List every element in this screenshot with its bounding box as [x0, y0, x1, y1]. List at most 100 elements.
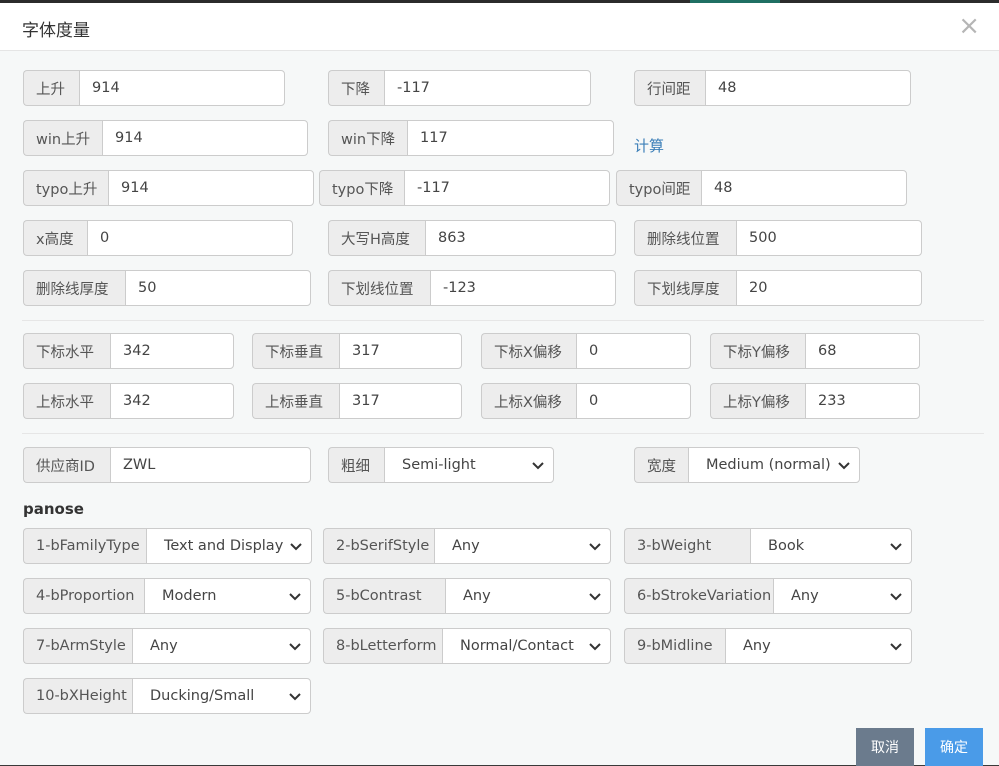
- close-icon[interactable]: ×: [958, 13, 980, 39]
- subscript-x-offset-input[interactable]: 0: [576, 333, 691, 369]
- superscript-x-offset-label: 上标X偏移: [481, 383, 576, 419]
- x-height-input[interactable]: 0: [87, 220, 293, 256]
- panose-weight-select[interactable]: Book: [750, 528, 912, 564]
- win-ascent-label: win上升: [23, 120, 102, 156]
- panose-letterform-select[interactable]: Normal/Contact: [442, 628, 611, 664]
- typo-descent-group: typo下降 -117: [319, 170, 610, 206]
- typo-line-gap-input[interactable]: 48: [701, 170, 907, 206]
- weight-select[interactable]: Semi-light: [384, 447, 554, 483]
- width-label: 宽度: [634, 447, 688, 483]
- panose-proportion-value: Modern: [162, 588, 217, 604]
- width-select[interactable]: Medium (normal): [688, 447, 860, 483]
- panose-stroke-variation-group: 6-bStrokeVariation Any: [624, 578, 912, 614]
- panose-contrast-label: 5-bContrast: [323, 578, 445, 614]
- width-group: 宽度 Medium (normal): [634, 447, 860, 483]
- panose-midline-label: 9-bMidline: [624, 628, 725, 664]
- subscript-y-offset-label: 下标Y偏移: [710, 333, 805, 369]
- underline-position-input[interactable]: -123: [430, 270, 616, 306]
- superscript-y-offset-input[interactable]: 233: [805, 383, 920, 419]
- subscript-x-size-input[interactable]: 342: [110, 333, 234, 369]
- strikeout-position-group: 删除线位置 500: [634, 220, 922, 256]
- panose-contrast-group: 5-bContrast Any: [323, 578, 611, 614]
- superscript-y-offset-label: 上标Y偏移: [710, 383, 805, 419]
- x-height-label: x高度: [23, 220, 87, 256]
- line-gap-input[interactable]: 48: [705, 70, 911, 106]
- strikeout-size-input[interactable]: 50: [125, 270, 311, 306]
- weight-label: 粗细: [328, 447, 384, 483]
- panose-stroke-variation-value: Any: [791, 588, 819, 604]
- subscript-x-offset-group: 下标X偏移 0: [481, 333, 691, 369]
- panose-x-height-value: Ducking/Small: [150, 688, 255, 704]
- win-descent-group: win下降 117: [328, 120, 614, 156]
- win-descent-input[interactable]: 117: [407, 120, 614, 156]
- chevron-down-icon: [890, 543, 902, 551]
- calculate-link[interactable]: 计算: [634, 135, 664, 156]
- vendor-id-group: 供应商ID ZWL: [23, 447, 311, 483]
- dialog-title: 字体度量: [22, 21, 90, 41]
- superscript-x-size-group: 上标水平 342: [23, 383, 234, 419]
- subscript-y-size-input[interactable]: 317: [339, 333, 462, 369]
- typo-ascent-input[interactable]: 914: [108, 170, 314, 206]
- chevron-down-icon: [289, 643, 301, 651]
- cap-height-group: 大写H高度 863: [328, 220, 616, 256]
- panose-serif-style-label: 2-bSerifStyle: [323, 528, 434, 564]
- panose-family-type-group: 1-bFamilyType Text and Display: [23, 528, 313, 564]
- panose-heading: panose: [23, 500, 84, 518]
- subscript-y-offset-input[interactable]: 68: [805, 333, 920, 369]
- typo-ascent-group: typo上升 914: [23, 170, 314, 206]
- font-metrics-dialog: 字体度量 × 上升 914 下降 -117 行间距 48 win上升 914 w…: [0, 3, 999, 766]
- chevron-down-icon: [290, 543, 302, 551]
- panose-contrast-value: Any: [463, 588, 491, 604]
- strikeout-position-input[interactable]: 500: [736, 220, 922, 256]
- ascent-input[interactable]: 914: [79, 70, 285, 106]
- descent-label: 下降: [328, 70, 384, 106]
- panose-x-height-select[interactable]: Ducking/Small: [132, 678, 311, 714]
- chevron-down-icon: [289, 593, 301, 601]
- panose-arm-style-select[interactable]: Any: [132, 628, 311, 664]
- panose-serif-style-value: Any: [452, 538, 480, 554]
- ok-button[interactable]: 确定: [925, 728, 983, 766]
- cap-height-label: 大写H高度: [328, 220, 425, 256]
- cap-height-input[interactable]: 863: [425, 220, 616, 256]
- ascent-label: 上升: [23, 70, 79, 106]
- superscript-x-offset-input[interactable]: 0: [576, 383, 691, 419]
- superscript-y-size-input[interactable]: 317: [339, 383, 462, 419]
- panose-weight-group: 3-bWeight Book: [624, 528, 912, 564]
- chevron-down-icon: [589, 593, 601, 601]
- typo-descent-input[interactable]: -117: [404, 170, 610, 206]
- panose-family-type-label: 1-bFamilyType: [23, 528, 146, 564]
- panose-weight-value: Book: [768, 538, 805, 554]
- vendor-id-input[interactable]: ZWL: [110, 447, 311, 483]
- panose-serif-style-group: 2-bSerifStyle Any: [323, 528, 611, 564]
- x-height-group: x高度 0: [23, 220, 293, 256]
- panose-serif-style-select[interactable]: Any: [434, 528, 611, 564]
- panose-letterform-group: 8-bLetterform Normal/Contact: [323, 628, 611, 664]
- underline-thickness-input[interactable]: 20: [736, 270, 922, 306]
- panose-proportion-select[interactable]: Modern: [144, 578, 311, 614]
- superscript-x-size-input[interactable]: 342: [110, 383, 234, 419]
- subscript-x-offset-label: 下标X偏移: [481, 333, 576, 369]
- panose-x-height-label: 10-bXHeight: [23, 678, 132, 714]
- subscript-x-size-group: 下标水平 342: [23, 333, 234, 369]
- strikeout-size-group: 删除线厚度 50: [23, 270, 311, 306]
- descent-input[interactable]: -117: [384, 70, 591, 106]
- panose-midline-select[interactable]: Any: [725, 628, 912, 664]
- chevron-down-icon: [589, 543, 601, 551]
- strikeout-position-label: 删除线位置: [634, 220, 736, 256]
- panose-arm-style-group: 7-bArmStyle Any: [23, 628, 311, 664]
- panose-midline-value: Any: [743, 638, 771, 654]
- panose-stroke-variation-select[interactable]: Any: [773, 578, 912, 614]
- cancel-button[interactable]: 取消: [856, 728, 914, 766]
- line-gap-group: 行间距 48: [634, 70, 911, 106]
- win-ascent-input[interactable]: 914: [102, 120, 308, 156]
- panose-contrast-select[interactable]: Any: [445, 578, 611, 614]
- chevron-down-icon: [838, 462, 850, 470]
- subscript-y-offset-group: 下标Y偏移 68: [710, 333, 920, 369]
- panose-family-type-select[interactable]: Text and Display: [146, 528, 313, 564]
- superscript-y-size-group: 上标垂直 317: [252, 383, 462, 419]
- subscript-y-size-label: 下标垂直: [252, 333, 339, 369]
- underline-thickness-group: 下划线厚度 20: [634, 270, 922, 306]
- chevron-down-icon: [532, 462, 544, 470]
- underline-thickness-label: 下划线厚度: [634, 270, 736, 306]
- panose-x-height-group: 10-bXHeight Ducking/Small: [23, 678, 311, 714]
